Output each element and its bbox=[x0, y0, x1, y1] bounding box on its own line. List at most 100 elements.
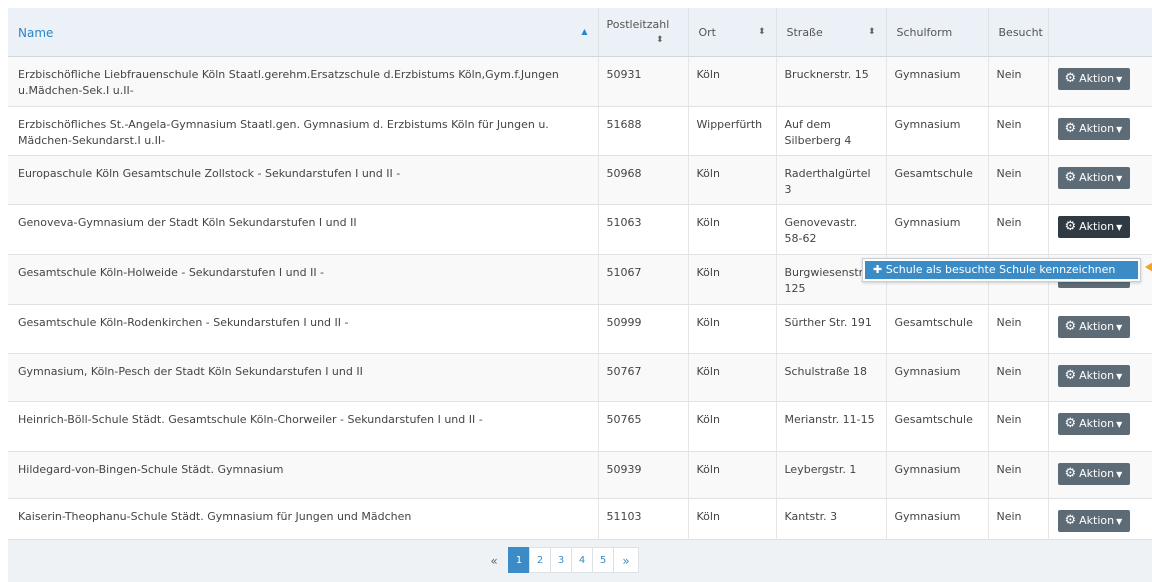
cell-strasse: Schulstraße 18 bbox=[776, 353, 887, 402]
action-button-label: Aktion bbox=[1079, 368, 1115, 382]
cell-schulform: Gesamtschule bbox=[886, 401, 989, 452]
sort-asc-icon[interactable]: ▲ bbox=[581, 27, 587, 36]
mark-visited-menu-item[interactable]: ✚ Schule als besuchte Schule kennzeichne… bbox=[865, 261, 1138, 279]
pagination-page-2[interactable]: 2 bbox=[529, 547, 551, 573]
cell-strasse: Auf dem Silberberg 4 bbox=[776, 106, 887, 156]
cell-besucht: Nein bbox=[988, 401, 1049, 452]
pagination: «1 2 3 4 5» bbox=[480, 547, 639, 573]
gear-icon: ⚙ bbox=[1064, 169, 1077, 185]
caret-down-icon: ▼ bbox=[1116, 74, 1123, 84]
table-row: Gymnasium, Köln-Pesch der Stadt Köln Sek… bbox=[8, 353, 1152, 402]
pagination-next-button[interactable]: » bbox=[613, 547, 639, 573]
cell-name: Erzbischöfliche Liebfrauenschule Köln St… bbox=[8, 56, 599, 107]
sort-both-icon[interactable]: ⬍ bbox=[656, 35, 664, 45]
cell-schulform: Gesamtschule bbox=[886, 155, 989, 205]
sort-both-icon[interactable]: ⬍ bbox=[758, 27, 766, 37]
cell-ort: Köln bbox=[688, 401, 777, 452]
cell-ort: Köln bbox=[688, 451, 777, 499]
column-header-name[interactable]: Name ▲ bbox=[8, 8, 599, 57]
cell-besucht: Nein bbox=[988, 155, 1049, 205]
action-button-label: Aktion bbox=[1079, 513, 1115, 527]
cell-ort: Köln bbox=[688, 353, 777, 402]
action-button[interactable]: ⚙Aktion▼ bbox=[1057, 117, 1131, 140]
caret-down-icon: ▼ bbox=[1116, 173, 1123, 183]
action-button[interactable]: ⚙Aktion▼ bbox=[1057, 215, 1131, 238]
cell-besucht: Nein bbox=[988, 56, 1049, 107]
gear-icon: ⚙ bbox=[1064, 367, 1077, 383]
cell-schulform: Gesamtschule bbox=[886, 304, 989, 354]
cell-name: Heinrich-Böll-Schule Städt. Gesamtschule… bbox=[8, 401, 599, 452]
column-header-actions bbox=[1048, 8, 1152, 57]
action-button-label: Aktion bbox=[1079, 416, 1115, 430]
cell-besucht: Nein bbox=[988, 106, 1049, 156]
cell-action: ⚙Aktion▼ bbox=[1048, 353, 1152, 402]
pagination-bar: «1 2 3 4 5» bbox=[8, 539, 1152, 582]
pagination-page-5[interactable]: 5 bbox=[592, 547, 614, 573]
cell-besucht: Nein bbox=[988, 204, 1049, 255]
action-button[interactable]: ⚙Aktion▼ bbox=[1057, 412, 1131, 435]
cell-ort: Köln bbox=[688, 204, 777, 255]
table-row: Gesamtschule Köln-Rodenkirchen - Sekunda… bbox=[8, 304, 1152, 354]
caret-down-icon: ▼ bbox=[1116, 516, 1123, 526]
column-header-strasse[interactable]: Straße ⬍ bbox=[776, 8, 887, 57]
gear-icon: ⚙ bbox=[1064, 218, 1077, 234]
cell-name: Hildegard-von-Bingen-Schule Städt. Gymna… bbox=[8, 451, 599, 499]
column-header-besucht-label: Besucht bbox=[998, 26, 1043, 39]
action-button[interactable]: ⚙Aktion▼ bbox=[1057, 462, 1131, 485]
gear-icon: ⚙ bbox=[1064, 70, 1077, 86]
cell-plz: 50999 bbox=[598, 304, 689, 354]
gear-icon: ⚙ bbox=[1064, 512, 1077, 528]
column-header-ort[interactable]: Ort ⬍ bbox=[688, 8, 777, 57]
cell-plz: 51063 bbox=[598, 204, 689, 255]
caret-down-icon: ▼ bbox=[1116, 322, 1123, 332]
column-header-plz-label: Postleitzahl bbox=[606, 18, 670, 31]
pagination-first-button[interactable]: « bbox=[479, 547, 509, 573]
caret-down-icon: ▼ bbox=[1116, 124, 1123, 134]
table-row: Hildegard-von-Bingen-Schule Städt. Gymna… bbox=[8, 451, 1152, 499]
column-header-besucht: Besucht bbox=[988, 8, 1049, 57]
action-button[interactable]: ⚙Aktion▼ bbox=[1057, 315, 1131, 338]
action-button[interactable]: ⚙Aktion▼ bbox=[1057, 364, 1131, 387]
action-button-label: Aktion bbox=[1079, 219, 1115, 233]
action-button-label: Aktion bbox=[1079, 319, 1115, 333]
cell-name: Europaschule Köln Gesamtschule Zollstock… bbox=[8, 155, 599, 205]
column-header-plz[interactable]: Postleitzahl ⬍ bbox=[598, 8, 689, 57]
action-button-label: Aktion bbox=[1079, 466, 1115, 480]
cell-action: ⚙Aktion▼ bbox=[1048, 401, 1152, 452]
cell-ort: Wipperfürth bbox=[688, 106, 777, 156]
cell-ort: Köln bbox=[688, 254, 777, 305]
cell-name: Gesamtschule Köln-Rodenkirchen - Sekunda… bbox=[8, 304, 599, 354]
cell-action: ⚙Aktion▼ bbox=[1048, 56, 1152, 107]
cell-name: Gymnasium, Köln-Pesch der Stadt Köln Sek… bbox=[8, 353, 599, 402]
action-button[interactable]: ⚙Aktion▼ bbox=[1057, 166, 1131, 189]
cell-action: ⚙Aktion▼ bbox=[1048, 451, 1152, 499]
caret-down-icon: ▼ bbox=[1116, 371, 1123, 381]
table-header-row: Name ▲ Postleitzahl ⬍ Ort ⬍ Straße ⬍ Sch… bbox=[8, 8, 1152, 57]
gear-icon: ⚙ bbox=[1064, 465, 1077, 481]
sort-both-icon[interactable]: ⬍ bbox=[868, 27, 876, 37]
cell-ort: Köln bbox=[688, 155, 777, 205]
cell-action: ⚙Aktion▼ bbox=[1048, 304, 1152, 354]
cell-strasse: Leybergstr. 1 bbox=[776, 451, 887, 499]
pagination-page-1[interactable]: 1 bbox=[508, 547, 530, 573]
cell-schulform: Gymnasium bbox=[886, 204, 989, 255]
gear-icon: ⚙ bbox=[1064, 415, 1077, 431]
cell-strasse: Brucknerstr. 15 bbox=[776, 56, 887, 107]
table-row: Erzbischöfliche Liebfrauenschule Köln St… bbox=[8, 56, 1152, 107]
action-button[interactable]: ⚙Aktion▼ bbox=[1057, 67, 1131, 90]
cell-action: ⚙Aktion▼ bbox=[1048, 106, 1152, 156]
column-header-strasse-label: Straße bbox=[786, 26, 823, 39]
cell-plz: 51067 bbox=[598, 254, 689, 305]
cell-name: Erzbischöfliches St.-Angela-Gymnasium St… bbox=[8, 106, 599, 156]
cell-ort: Köln bbox=[688, 304, 777, 354]
pagination-page-3[interactable]: 3 bbox=[550, 547, 572, 573]
pointer-arrow-icon bbox=[1145, 262, 1152, 272]
gear-icon: ⚙ bbox=[1064, 120, 1077, 136]
cell-schulform: Gymnasium bbox=[886, 451, 989, 499]
action-dropdown-menu: ✚ Schule als besuchte Schule kennzeichne… bbox=[862, 258, 1141, 282]
table-body: Erzbischöfliche Liebfrauenschule Köln St… bbox=[8, 56, 1152, 549]
action-button[interactable]: ⚙Aktion▼ bbox=[1057, 509, 1131, 532]
cell-strasse: Sürther Str. 191 bbox=[776, 304, 887, 354]
pagination-page-4[interactable]: 4 bbox=[571, 547, 593, 573]
cell-plz: 50931 bbox=[598, 56, 689, 107]
